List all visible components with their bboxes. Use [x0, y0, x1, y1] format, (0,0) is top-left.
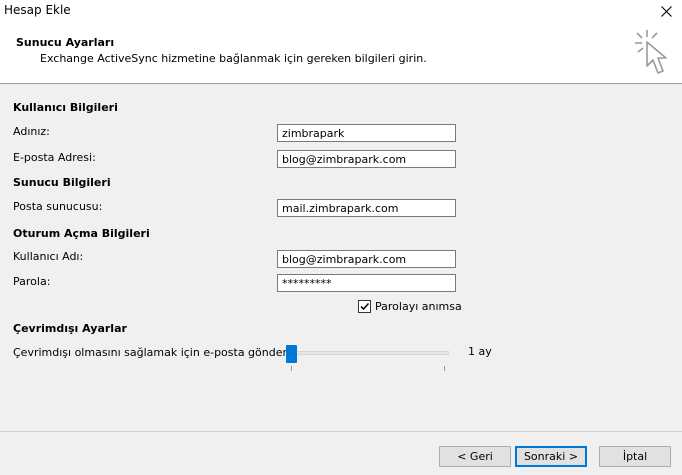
user-info-heading: Kullanıcı Bilgileri	[13, 101, 118, 114]
name-field[interactable]	[277, 124, 456, 142]
password-label: Parola:	[13, 275, 51, 288]
footer-divider	[0, 431, 682, 432]
username-label: Kullanıcı Adı:	[13, 250, 84, 263]
remember-password-checkbox[interactable]: Parolayı anımsa	[358, 300, 462, 313]
offline-settings-heading: Çevrimdışı Ayarlar	[13, 322, 127, 335]
offline-slider-label: Çevrimdışı olmasını sağlamak için e-post…	[13, 346, 291, 359]
cursor-click-icon	[635, 30, 667, 74]
offline-slider-thumb[interactable]	[286, 345, 297, 363]
mail-server-label: Posta sunucusu:	[13, 200, 103, 213]
close-icon	[660, 5, 672, 17]
logon-info-heading: Oturum Açma Bilgileri	[13, 227, 150, 240]
window-title: Hesap Ekle	[4, 3, 71, 17]
name-label: Adınız:	[13, 125, 50, 138]
cancel-button[interactable]: İptal	[599, 446, 671, 467]
password-field[interactable]	[277, 274, 456, 292]
slider-tick	[444, 366, 445, 371]
username-field[interactable]	[277, 250, 456, 268]
wizard-header: Sunucu Ayarları Exchange ActiveSync hizm…	[0, 22, 682, 84]
email-field[interactable]	[277, 150, 456, 168]
page-title: Sunucu Ayarları	[16, 36, 115, 49]
checkbox-box[interactable]	[358, 300, 371, 313]
title-bar: Hesap Ekle	[0, 0, 682, 22]
slider-tick	[291, 366, 292, 371]
next-button[interactable]: Sonraki >	[515, 446, 587, 467]
offline-slider-value: 1 ay	[468, 345, 492, 358]
offline-slider-track[interactable]	[287, 351, 449, 355]
server-info-heading: Sunucu Bilgileri	[13, 176, 111, 189]
remember-password-label: Parolayı anımsa	[375, 300, 462, 313]
back-button[interactable]: < Geri	[439, 446, 511, 467]
checkmark-icon	[360, 302, 370, 311]
page-subtitle: Exchange ActiveSync hizmetine bağlanmak …	[40, 52, 427, 65]
mail-server-field[interactable]	[277, 199, 456, 217]
close-button[interactable]	[650, 0, 682, 22]
email-label: E-posta Adresi:	[13, 151, 96, 164]
